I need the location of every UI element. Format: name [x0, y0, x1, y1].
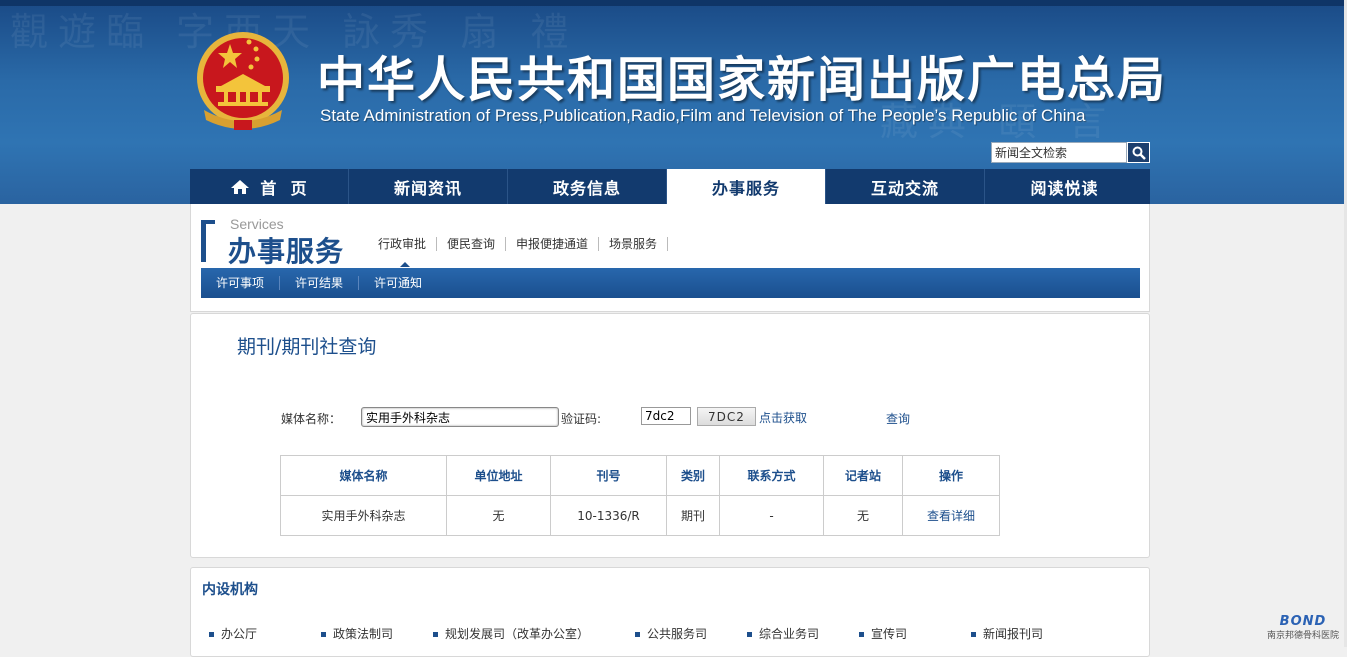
- section-title-cn: 办事服务: [228, 235, 345, 268]
- cell-category: 期刊: [666, 495, 720, 536]
- department-link[interactable]: 综合业务司: [747, 625, 819, 642]
- department-link[interactable]: 政策法制司: [321, 625, 393, 642]
- department-label: 办公厅: [221, 627, 258, 641]
- column-header: 联系方式: [719, 455, 824, 496]
- department-label: 政策法制司: [333, 627, 394, 641]
- media-name-input[interactable]: [361, 407, 559, 427]
- cell-issue-number: 10-1336/R: [550, 495, 667, 536]
- department-link[interactable]: 宣传司: [859, 625, 907, 642]
- bullet-icon: [321, 632, 326, 637]
- main-nav: 首 页 新闻资讯 政务信息 办事服务 互动交流 阅读悦读: [190, 169, 1150, 204]
- bullet-icon: [971, 632, 976, 637]
- subtab-license-notices[interactable]: 许可通知: [359, 276, 437, 290]
- query-button[interactable]: 查询: [886, 410, 910, 427]
- subtab-license-items[interactable]: 许可事项: [216, 276, 281, 290]
- nav-item-label: 首 页: [260, 178, 308, 198]
- column-header: 媒体名称: [280, 455, 447, 496]
- section-bracket-decor-top: [201, 220, 215, 224]
- search-icon: [1132, 146, 1146, 160]
- department-label: 新闻报刊司: [983, 627, 1044, 641]
- nav-item-home[interactable]: 首 页: [190, 169, 349, 204]
- section-bracket-decor: [201, 220, 206, 262]
- department-label: 公共服务司: [647, 627, 708, 641]
- section-subnav: 行政审批 便民查询 申报便捷通道 场景服务: [378, 237, 669, 267]
- department-label: 综合业务司: [759, 627, 820, 641]
- site-title-en: State Administration of Press,Publicatio…: [320, 106, 1086, 125]
- bullet-icon: [859, 632, 864, 637]
- cell-contact: -: [719, 495, 824, 536]
- subnav-item-declaration-channel[interactable]: 申报便捷通道: [506, 237, 600, 251]
- nav-item-government-info[interactable]: 政务信息: [508, 169, 667, 204]
- search-input[interactable]: [991, 142, 1127, 163]
- get-captcha-link[interactable]: 点击获取: [759, 409, 807, 426]
- bullet-icon: [433, 632, 438, 637]
- national-emblem-icon: [194, 28, 292, 132]
- nav-item-interaction[interactable]: 互动交流: [826, 169, 985, 204]
- department-link[interactable]: 公共服务司: [635, 625, 707, 642]
- page-title: 期刊/期刊社查询: [237, 336, 377, 358]
- cell-address: 无: [446, 495, 551, 536]
- captcha-input[interactable]: [641, 407, 691, 425]
- nav-item-label: 政务信息: [552, 178, 621, 198]
- cell-reporter-station: 无: [823, 495, 903, 536]
- column-header: 记者站: [823, 455, 903, 496]
- nav-item-reading[interactable]: 阅读悦读: [985, 169, 1144, 204]
- captcha-image[interactable]: 7DC2: [697, 407, 756, 426]
- departments-title: 内设机构: [202, 582, 258, 598]
- nav-item-label: 办事服务: [711, 178, 780, 198]
- table-header-row: 媒体名称 单位地址 刊号 类别 联系方式 记者站 操作: [280, 455, 1000, 496]
- nav-item-label: 新闻资讯: [393, 178, 462, 198]
- nav-item-label: 阅读悦读: [1030, 178, 1099, 198]
- department-link[interactable]: 新闻报刊司: [971, 625, 1043, 642]
- captcha-label: 验证码:: [561, 412, 602, 426]
- watermark-logo: BOND 南京邦德骨科医院: [1262, 614, 1344, 641]
- media-name-label: 媒体名称：: [281, 412, 342, 426]
- department-label: 规划发展司（改革办公室）: [445, 627, 590, 641]
- subnav-item-public-query[interactable]: 便民查询: [437, 237, 507, 251]
- cell-action: 查看详细: [902, 495, 1000, 536]
- department-link[interactable]: 办公厅: [209, 625, 257, 642]
- home-icon: [231, 179, 250, 194]
- site-search: [991, 142, 1150, 163]
- column-header: 单位地址: [446, 455, 551, 496]
- subnav-item-administrative-approval[interactable]: 行政审批: [378, 237, 438, 251]
- search-button[interactable]: [1127, 142, 1150, 163]
- subtab-bar: 许可事项 许可结果 许可通知: [201, 268, 1140, 298]
- bullet-icon: [209, 632, 214, 637]
- section-header-panel: Services 办事服务 行政审批 便民查询 申报便捷通道 场景服务 许可事项…: [190, 204, 1150, 312]
- table-row: 实用手外科杂志 无 10-1336/R 期刊 - 无 查看详细: [280, 495, 1000, 536]
- column-header: 类别: [666, 455, 720, 496]
- column-header: 刊号: [550, 455, 667, 496]
- results-table: 媒体名称 单位地址 刊号 类别 联系方式 记者站 操作 实用手外科杂志 无 10…: [280, 455, 1000, 536]
- departments-panel: 内设机构 办公厅 政策法制司 规划发展司（改革办公室） 公共服务司 综合业务司 …: [190, 567, 1150, 657]
- nav-item-services[interactable]: 办事服务: [667, 169, 826, 204]
- query-panel: 期刊/期刊社查询 媒体名称： 验证码: 7DC2 点击获取 查询 媒体名称 单位…: [190, 313, 1150, 558]
- nav-item-news[interactable]: 新闻资讯: [349, 169, 508, 204]
- watermark-brand: BOND: [1279, 614, 1327, 629]
- active-subnav-caret-icon: [400, 262, 410, 267]
- nav-item-label: 互动交流: [870, 178, 939, 198]
- subtab-license-results[interactable]: 许可结果: [280, 276, 360, 290]
- column-header: 操作: [902, 455, 1000, 496]
- department-label: 宣传司: [871, 627, 908, 641]
- department-link[interactable]: 规划发展司（改革办公室）: [433, 625, 589, 642]
- view-details-link[interactable]: 查看详细: [927, 509, 975, 523]
- bullet-icon: [635, 632, 640, 637]
- site-title-cn: 中华人民共和国国家新闻出版广电总局: [317, 52, 1168, 108]
- subnav-item-scene-service[interactable]: 场景服务: [599, 237, 669, 251]
- cell-media-name: 实用手外科杂志: [280, 495, 447, 536]
- watermark-subtitle: 南京邦德骨科医院: [1266, 631, 1339, 641]
- bullet-icon: [747, 632, 752, 637]
